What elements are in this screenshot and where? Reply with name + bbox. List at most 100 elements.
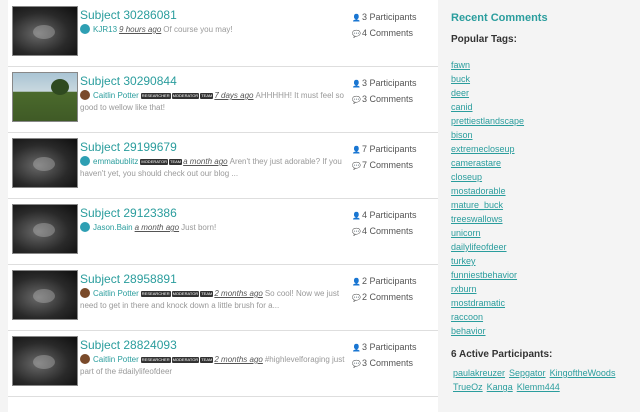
comments-count: 💬2 Comments [352,290,442,306]
role-badge: TEAM [200,357,214,363]
comment-timestamp[interactable]: 2 months ago [214,289,262,298]
participants-count: 👤3 Participants [352,340,442,356]
comment-bubble-icon: 💬 [352,295,361,302]
comments-count: 💬3 Comments [352,356,442,372]
comments-label: 2 Comments [362,292,414,302]
tag-link[interactable]: bison [451,128,524,142]
subject-thumbnail[interactable] [12,138,78,188]
left-gutter [0,0,8,412]
tag-link[interactable]: closeup [451,170,524,184]
avatar[interactable] [80,354,90,364]
subject-thumbnail[interactable] [12,204,78,254]
tag-link[interactable]: mostadorable [451,184,524,198]
subject-thumbnail[interactable] [12,336,78,386]
comment-timestamp[interactable]: a month ago [135,223,179,232]
tag-link[interactable]: deer [451,86,524,100]
role-badge: RESEARCHER [140,93,171,99]
participant-link[interactable]: Kanga [487,380,513,394]
participant-link[interactable]: paulakreuzer [453,366,505,380]
comment-author[interactable]: Caitlin Potter [93,91,139,100]
comment-bubble-icon: 💬 [352,361,361,368]
tag-link[interactable]: mostdramatic [451,296,524,310]
recent-comments-heading[interactable]: Recent Comments [451,12,548,24]
users-icon: 👤 [352,147,361,154]
comment-bubble-icon: 💬 [352,97,361,104]
tag-link[interactable]: raccoon [451,310,524,324]
subject-title[interactable]: Subject 28958891 [80,272,177,286]
tag-link[interactable]: dailylifeofdeer [451,240,524,254]
subject-title[interactable]: Subject 28824093 [80,338,177,352]
comment-author[interactable]: KJR13 [93,25,117,34]
participants-count: 👤4 Participants [352,208,442,224]
comments-count: 💬4 Comments [352,26,442,42]
comment-timestamp[interactable]: 2 months ago [214,355,262,364]
comments-label: 3 Comments [362,358,414,368]
active-participants-heading: 6 Active Participants: [451,349,553,360]
participants-label: 3 Participants [362,342,417,352]
subject-thumbnail[interactable] [12,270,78,320]
avatar[interactable] [80,90,90,100]
avatar[interactable] [80,222,90,232]
latest-comment: Caitlin Potter RESEARCHER MODERATOR TEAM 2 m… [80,288,350,312]
tag-link[interactable]: rxburn [451,282,524,296]
subject-title[interactable]: Subject 30286081 [80,8,177,22]
subject-stats: 👤3 Participants 💬3 Comments [352,340,442,372]
subject-thumbnail[interactable] [12,72,78,122]
tag-link[interactable]: camerastare [451,156,524,170]
users-icon: 👤 [352,81,361,88]
comment-timestamp[interactable]: a month ago [183,157,227,166]
avatar[interactable] [80,24,90,34]
participants-count: 👤2 Participants [352,274,442,290]
role-badge: TEAM [200,291,214,297]
latest-comment: Caitlin Potter RESEARCHER MODERATOR TEAM 2 m… [80,354,350,378]
comment-author[interactable]: emmabublitz [93,157,138,166]
tag-link[interactable]: funniestbehavior [451,268,524,282]
tag-link[interactable]: extremecloseup [451,142,524,156]
role-badge: MODERATOR [171,291,200,297]
tag-link[interactable]: fawn [451,58,524,72]
participants-label: 2 Participants [362,276,417,286]
tag-link[interactable]: mature_buck [451,198,524,212]
participant-link[interactable]: KingoftheWoods [550,366,616,380]
comment-author[interactable]: Jason.Bain [93,223,133,232]
subject-item: Subject 28824093 Caitlin Potter RESEARCHER… [8,330,438,397]
tag-link[interactable]: canid [451,100,524,114]
participants-label: 4 Participants [362,210,417,220]
avatar[interactable] [80,156,90,166]
comment-text: Just born! [181,223,217,232]
comment-timestamp[interactable]: 7 days ago [214,91,253,100]
participant-link[interactable]: TrueOz [453,380,483,394]
subject-item: Subject 29123386 Jason.Bain a month ago Jus… [8,198,438,265]
tag-link[interactable]: treeswallows [451,212,524,226]
subject-stats: 👤3 Participants 💬4 Comments [352,10,442,42]
tag-link[interactable]: behavior [451,324,524,338]
active-participants-list: paulakreuzer Sepgator KingoftheWoods TrueOz… [453,366,633,394]
comment-author[interactable]: Caitlin Potter [93,289,139,298]
comment-timestamp[interactable]: 9 hours ago [119,25,161,34]
latest-comment: Caitlin Potter RESEARCHER MODERATOR TEAM 7 d… [80,90,350,114]
participant-link[interactable]: Klemm444 [517,380,560,394]
role-badge: MODERATOR [171,357,200,363]
comment-bubble-icon: 💬 [352,163,361,170]
subject-title[interactable]: Subject 29123386 [80,206,177,220]
avatar[interactable] [80,288,90,298]
tag-link[interactable]: unicorn [451,226,524,240]
comment-author[interactable]: Caitlin Potter [93,355,139,364]
participants-count: 👤3 Participants [352,76,442,92]
subject-thumbnail[interactable] [12,6,78,56]
tag-link[interactable]: turkey [451,254,524,268]
role-badge: TEAM [200,93,214,99]
participants-label: 7 Participants [362,144,417,154]
subject-title[interactable]: Subject 30290844 [80,74,177,88]
users-icon: 👤 [352,15,361,22]
comments-count: 💬7 Comments [352,158,442,174]
tag-link[interactable]: prettiestlandscape [451,114,524,128]
role-badge: MODERATOR [140,159,168,165]
subject-title[interactable]: Subject 29199679 [80,140,177,154]
tag-link[interactable]: buck [451,72,524,86]
participants-label: 3 Participants [362,78,417,88]
subject-stats: 👤7 Participants 💬7 Comments [352,142,442,174]
comment-text: Of course you may! [163,25,233,34]
subject-stats: 👤4 Participants 💬4 Comments [352,208,442,240]
participant-link[interactable]: Sepgator [509,366,546,380]
